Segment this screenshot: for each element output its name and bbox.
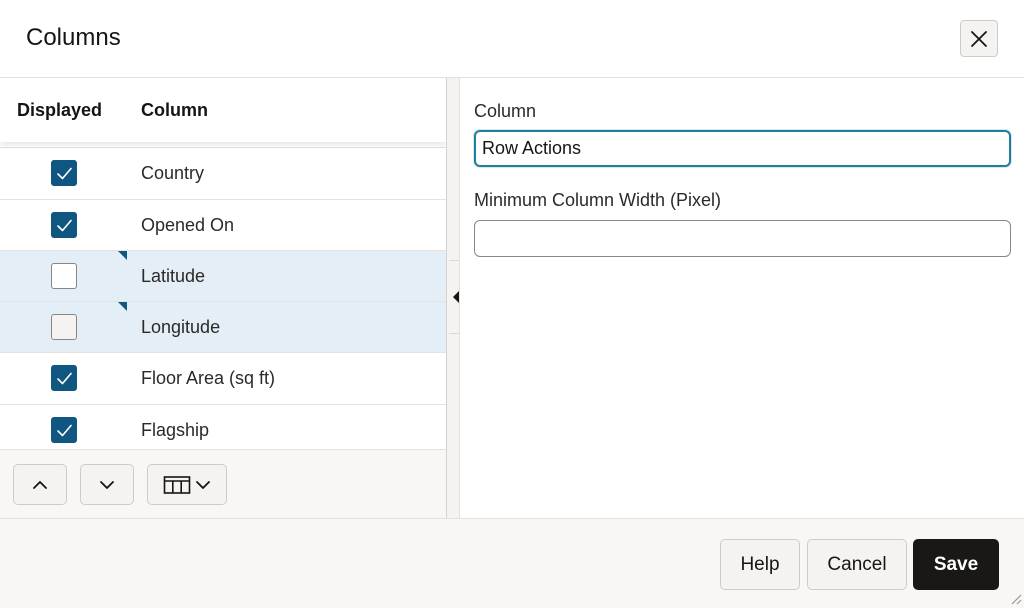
dialog-header: Columns [0,0,1024,78]
column-details-pane: Column Minimum Column Width (Pixel) [460,78,1024,518]
columns-grid-body[interactable]: StateCountryOpened OnLatitudeLongitudeFl… [0,97,446,457]
column-row[interactable]: Longitude [0,302,446,354]
header-displayed: Displayed [17,100,103,120]
splitter-collapse-handle[interactable] [449,260,459,334]
cancel-button[interactable]: Cancel [807,539,907,590]
chevron-up-icon [33,480,47,489]
help-button[interactable]: Help [720,539,800,590]
column-row-label: Latitude [141,265,206,286]
dialog-footer: Help Cancel Save [0,518,1024,608]
caret-left-icon [453,291,459,303]
min-width-label: Minimum Column Width (Pixel) [474,190,722,210]
dialog-title: Columns [26,24,121,51]
close-icon [971,30,987,47]
columns-menu-button[interactable] [147,464,227,505]
grid-header: Displayed Column [0,78,446,142]
column-row[interactable]: Country [0,148,446,200]
checkmark-icon [57,373,72,385]
column-row-label: Longitude [141,317,221,338]
displayed-checkbox[interactable] [51,416,77,443]
checkmark-icon [57,167,72,180]
column-row[interactable]: Latitude [0,250,446,303]
column-row-label: Country [141,163,205,184]
displayed-checkbox[interactable] [51,365,77,392]
modified-marker-icon [118,302,127,312]
column-name-input[interactable] [474,130,1011,167]
displayed-checkbox[interactable] [51,211,77,238]
column-row-label: Flagship [141,419,210,440]
column-row[interactable]: Opened On [0,199,446,251]
chevron-down-icon [100,480,114,489]
checkmark-icon [57,219,72,231]
columns-list-pane: Displayed Column StateCountryOpened OnLa… [0,78,446,518]
column-row-label: Floor Area (sq ft) [141,368,276,389]
table-columns-icon [163,475,191,494]
column-row[interactable]: Floor Area (sq ft) [0,353,446,405]
pane-splitter[interactable] [446,78,460,518]
resize-grip-icon[interactable] [1008,591,1022,605]
modified-marker-icon [118,250,127,260]
checkmark-icon [57,424,72,437]
move-up-button[interactable] [13,464,67,505]
list-toolbar [0,449,446,518]
header-column: Column [141,100,208,120]
min-width-input[interactable] [474,220,1011,257]
column-name-label: Column [474,101,537,121]
close-button[interactable] [960,20,998,57]
column-row-label: Opened On [141,214,235,235]
displayed-checkbox[interactable] [51,314,77,341]
move-down-button[interactable] [80,464,134,505]
save-button[interactable]: Save [913,539,999,590]
chevron-down-icon [196,480,210,489]
displayed-checkbox[interactable] [51,160,77,187]
displayed-checkbox[interactable] [51,262,77,289]
columns-dialog: Columns Displayed Column StateCountryOpe… [0,0,1024,608]
